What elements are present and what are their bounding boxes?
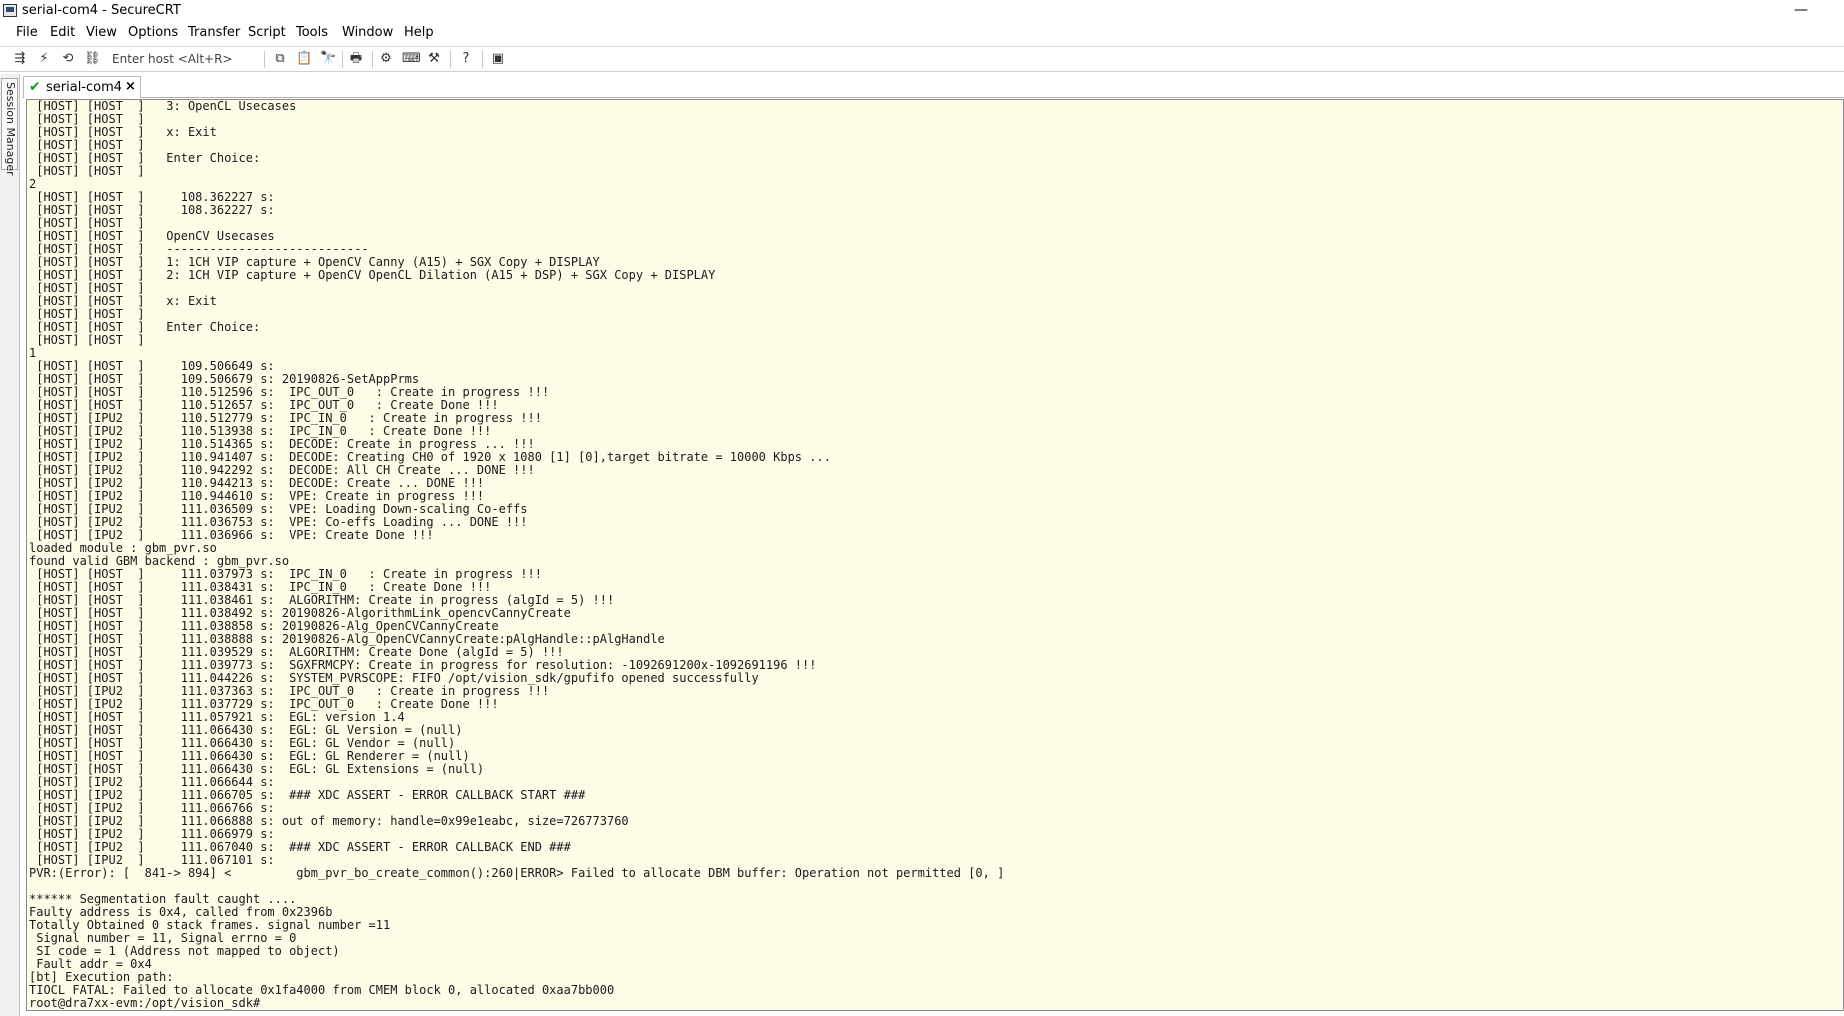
help-icon[interactable]: ? — [458, 51, 474, 67]
screenshot-icon[interactable]: ▣ — [490, 51, 506, 67]
menu-bar: File Edit View Options Transfer Script T… — [0, 22, 1844, 44]
print-icon[interactable]: 🖶 — [348, 51, 364, 67]
terminal-line: 1 — [29, 346, 37, 360]
quick-connect-icon[interactable]: ⚡ — [36, 51, 52, 67]
title-bar: serial-com4 - SecureCRT — — [0, 0, 1844, 22]
disconnect-icon[interactable]: ⛓ — [84, 51, 101, 67]
toolbar-separator — [450, 51, 451, 68]
toolbar-separator — [482, 51, 483, 68]
reconnect-icon[interactable]: ⟲ — [60, 51, 76, 67]
settings-gear-icon[interactable]: ⚙ — [378, 51, 394, 67]
terminal-line: [HOST] [HOST ] — [29, 281, 145, 295]
terminal-line: [HOST] [IPU2 ] 111.066888 s: out of memo… — [29, 814, 629, 828]
menu-options[interactable]: Options — [128, 25, 178, 40]
enter-host-input[interactable] — [108, 49, 264, 69]
securecrt-app-icon[interactable] — [3, 4, 17, 17]
tab-serial-com4[interactable]: ✔ serial-com4 × — [23, 76, 141, 98]
terminal-line: TIOCL FATAL: Failed to allocate 0x1fa400… — [29, 983, 615, 997]
minimize-button[interactable]: — — [1794, 2, 1808, 18]
tab-close-icon[interactable]: × — [125, 79, 136, 94]
window-title: serial-com4 - SecureCRT — [22, 3, 181, 18]
terminal-line: [HOST] [HOST ] 108.362227 s: — [29, 190, 275, 204]
paste-icon[interactable]: 📋 — [296, 51, 312, 67]
menu-window[interactable]: Window — [342, 25, 393, 40]
terminal-line: [HOST] [IPU2 ] 111.066705 s: ### XDC ASS… — [29, 788, 586, 802]
menu-edit[interactable]: Edit — [50, 25, 75, 40]
terminal-line: [HOST] [HOST ] Enter Choice: — [29, 320, 261, 334]
menu-script[interactable]: Script — [248, 25, 286, 40]
menu-file[interactable]: File — [16, 25, 38, 40]
terminal-line: [HOST] [HOST ] 111.066430 s: EGL: GL Ext… — [29, 762, 485, 776]
terminal-line: [HOST] [HOST ] — [29, 164, 145, 178]
terminal-line: [HOST] [HOST ] 3: OpenCL Usecases — [29, 99, 297, 113]
terminal-line: Totally Obtained 0 stack frames. signal … — [29, 918, 391, 932]
toolbar: ⇶ ⚡ ⟲ ⛓ ⧉ 📋 🔭 🖶 ⚙ ⌨ ⚒ ? ▣ — [0, 46, 1844, 72]
terminal-line: [HOST] [HOST ] x: Exit — [29, 125, 217, 139]
terminal-line: 2 — [29, 177, 37, 191]
terminal-line: SI code = 1 (Address not mapped to objec… — [29, 944, 340, 958]
session-manager-sidebar: Session Manager — [0, 74, 20, 1016]
terminal-line: [HOST] [HOST ] — [29, 307, 145, 321]
terminal-lines: [HOST] [HOST ] 3: OpenCL Usecases [HOST]… — [27, 100, 1843, 1010]
connected-check-icon: ✔ — [29, 79, 41, 95]
terminal-line: [HOST] [HOST ] x: Exit — [29, 294, 217, 308]
keymap-icon[interactable]: ⌨ — [402, 51, 421, 67]
toolbar-separator — [372, 51, 373, 68]
terminal-line: [HOST] [HOST ] 2: 1CH VIP capture + Open… — [29, 268, 716, 282]
session-tab-strip: ✔ serial-com4 × — [22, 74, 1844, 98]
menu-help[interactable]: Help — [404, 25, 434, 40]
menu-tools[interactable]: Tools — [296, 25, 328, 40]
connect-icon[interactable]: ⇶ — [12, 51, 28, 67]
terminal-line: root@dra7xx-evm:/opt/vision_sdk# — [29, 996, 261, 1010]
terminal-line: [HOST] [IPU2 ] 111.067040 s: ### XDC ASS… — [29, 840, 571, 854]
terminal-line: [HOST] [HOST ] — [29, 333, 145, 347]
terminal-output[interactable]: [HOST] [HOST ] 3: OpenCL Usecases [HOST]… — [26, 99, 1844, 1011]
copy-icon[interactable]: ⧉ — [272, 51, 288, 67]
terminal-line: [HOST] [IPU2 ] 111.036966 s: VPE: Create… — [29, 528, 434, 542]
terminal-line: [HOST] [HOST ] 108.362227 s: — [29, 203, 275, 217]
tab-label: serial-com4 — [46, 80, 123, 95]
terminal-line: [HOST] [HOST ] — [29, 216, 145, 230]
terminal-line: [HOST] [HOST ] — [29, 138, 145, 152]
terminal-line: [HOST] [HOST ] — [29, 112, 145, 126]
terminal-line: PVR:(Error): [ 841-> 894] < gbm_pvr_bo_c… — [29, 866, 1005, 880]
toolbar-separator — [264, 51, 265, 68]
menu-view[interactable]: View — [86, 25, 117, 40]
sftp-icon[interactable]: ⚒ — [426, 51, 442, 67]
terminal-line: [HOST] [HOST ] Enter Choice: — [29, 151, 261, 165]
toolbar-separator — [342, 51, 343, 68]
session-manager-tab[interactable]: Session Manager — [1, 78, 18, 176]
menu-transfer[interactable]: Transfer — [188, 25, 240, 40]
session-manager-label: Session Manager — [4, 82, 17, 176]
terminal-line: Fault addr = 0x4 — [29, 957, 152, 971]
find-icon[interactable]: 🔭 — [320, 51, 336, 67]
terminal-line: loaded module : gbm_pvr.so — [29, 541, 217, 555]
